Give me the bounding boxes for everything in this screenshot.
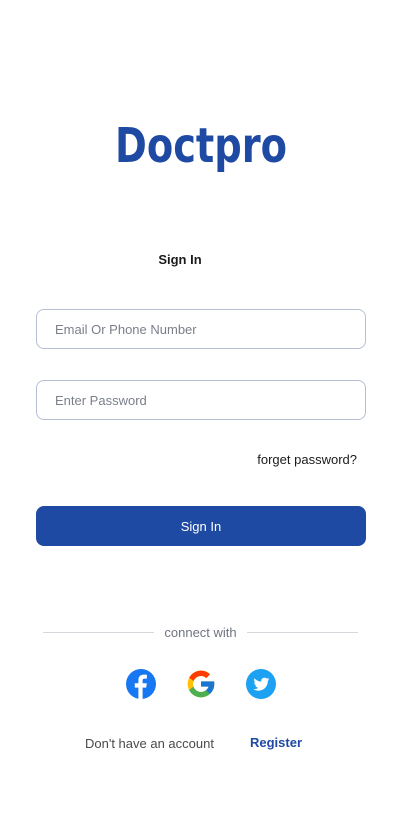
- brand-logo: Doctpro: [0, 112, 402, 192]
- divider-line-left: [43, 631, 155, 633]
- divider-line-right: [246, 631, 359, 633]
- twitter-icon: [246, 669, 276, 699]
- forgot-password-link[interactable]: forget password?: [257, 452, 357, 467]
- facebook-icon: [126, 669, 156, 699]
- connect-divider: connect with: [43, 624, 359, 640]
- google-login-button[interactable]: [185, 668, 217, 700]
- page-title: Sign In: [158, 252, 202, 267]
- no-account-prompt: Don't have an account: [85, 736, 214, 751]
- sign-in-button[interactable]: Sign In: [36, 506, 366, 546]
- connect-with-label: connect with: [164, 624, 237, 640]
- google-icon: [187, 670, 215, 698]
- password-field[interactable]: [36, 380, 366, 420]
- logo-text: Doctpro: [115, 118, 287, 174]
- facebook-login-button[interactable]: [125, 668, 157, 700]
- twitter-login-button[interactable]: [245, 668, 277, 700]
- email-field[interactable]: [36, 309, 366, 349]
- register-link[interactable]: Register: [250, 735, 302, 750]
